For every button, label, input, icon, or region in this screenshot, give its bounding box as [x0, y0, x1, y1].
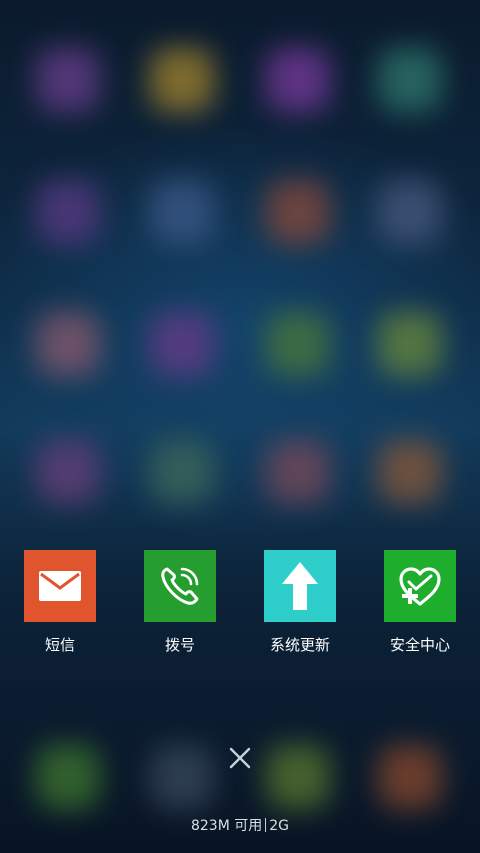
blurred-app-icon	[266, 440, 330, 504]
blurred-app-icon	[378, 745, 442, 809]
app-tile[interactable]	[24, 550, 96, 622]
recent-apps-row: 短信 拨号 系统更新 安全中心	[0, 550, 480, 660]
clear-recents-button[interactable]	[226, 744, 254, 772]
app-tile[interactable]	[384, 550, 456, 622]
blurred-app-icon	[378, 312, 442, 376]
memory-status: 823M 可用 2G	[0, 815, 480, 835]
recent-apps-screen: 短信 拨号 系统更新 安全中心 823M 可用 2G	[0, 0, 480, 853]
heart-shield-plus-icon	[399, 567, 441, 606]
recent-app-dialer[interactable]: 拨号	[130, 550, 230, 655]
app-label: 安全中心	[389, 636, 450, 654]
blurred-app-icon	[378, 440, 442, 504]
blurred-app-icon	[150, 745, 214, 809]
up-arrow-icon	[282, 562, 318, 610]
available-memory: 823M 可用	[190, 818, 263, 834]
blurred-app-icon	[266, 180, 330, 244]
blurred-app-icon	[36, 180, 100, 244]
blurred-app-icon	[150, 440, 214, 504]
close-icon	[229, 747, 251, 769]
blurred-app-icon	[36, 745, 100, 809]
blurred-app-icon	[36, 48, 100, 112]
envelope-icon	[39, 571, 81, 601]
blurred-app-icon	[150, 180, 214, 244]
blurred-app-icon	[266, 48, 330, 112]
blurred-app-icon	[150, 312, 214, 376]
blurred-app-icon	[36, 312, 100, 376]
blurred-app-icon	[150, 48, 214, 112]
app-label: 短信	[44, 636, 75, 654]
divider	[265, 818, 267, 832]
blurred-app-icon	[266, 312, 330, 376]
app-tile[interactable]	[144, 550, 216, 622]
recent-app-security-center[interactable]: 安全中心	[370, 550, 470, 655]
recent-app-messages[interactable]: 短信	[10, 550, 110, 655]
app-label: 拨号	[164, 636, 195, 654]
blurred-app-icon	[266, 745, 330, 809]
phone-call-icon	[161, 567, 199, 605]
recent-app-system-update[interactable]: 系统更新	[250, 550, 350, 655]
app-label: 系统更新	[269, 636, 330, 654]
blurred-app-icon	[378, 48, 442, 112]
network-type: 2G	[269, 818, 290, 834]
blurred-app-icon	[36, 440, 100, 504]
app-tile[interactable]	[264, 550, 336, 622]
blurred-home-background	[0, 0, 480, 853]
blurred-app-icon	[378, 180, 442, 244]
